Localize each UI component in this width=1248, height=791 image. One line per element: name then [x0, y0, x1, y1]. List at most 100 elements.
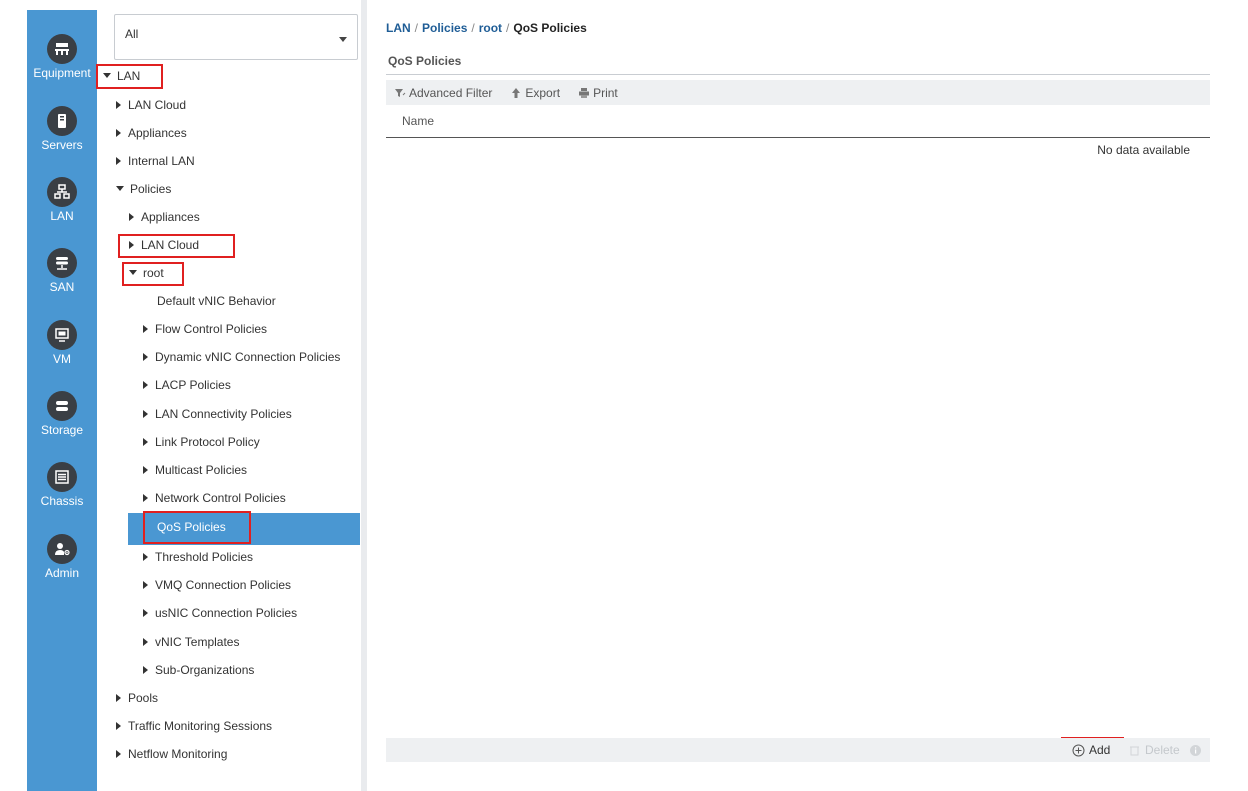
nav-storage[interactable]: Storage [27, 391, 97, 437]
tree-item-lan-cloud[interactable]: LAN Cloud [116, 94, 186, 116]
tree-item-default-vnic-behavior[interactable]: Default vNIC Behavior [157, 290, 276, 312]
collapsed-arrow-icon [116, 156, 121, 165]
tree-item-label: Threshold Policies [155, 550, 254, 564]
add-label: Add [1089, 743, 1111, 757]
tree-item-label: LAN Cloud [128, 98, 187, 112]
column-header-name[interactable]: Name [402, 114, 434, 128]
tree-item-policies[interactable]: Policies [116, 178, 171, 200]
tree-item-label: QoS Policies [157, 520, 226, 534]
tree-item-vmq-connection-policies[interactable]: VMQ Connection Policies [143, 574, 291, 596]
info-button[interactable] [1189, 738, 1206, 762]
nav-admin[interactable]: Admin [27, 534, 97, 580]
nav-chassis[interactable]: Chassis [27, 462, 97, 508]
nav-label: Equipment [33, 66, 91, 80]
filter-icon [395, 88, 406, 97]
tree-item-usnic-connection-policies[interactable]: usNIC Connection Policies [143, 602, 297, 624]
admin-icon [47, 534, 77, 564]
collapsed-arrow-icon [143, 465, 148, 474]
nav-label: Chassis [40, 494, 84, 508]
collapsed-arrow-icon [116, 128, 121, 137]
collapsed-arrow-icon [143, 352, 148, 361]
breadcrumb-separator: / [414, 21, 419, 35]
nav-label: Admin [44, 566, 79, 580]
tree-item-label: Sub-Organizations [155, 663, 255, 677]
tree-item-appliances[interactable]: Appliances [116, 122, 187, 144]
tree-item-label: vNIC Templates [155, 635, 240, 649]
tree-item-traffic-monitoring-sessions[interactable]: Traffic Monitoring Sessions [116, 715, 272, 737]
page-title: QoS Policies [388, 54, 462, 68]
collapsed-arrow-icon [143, 637, 148, 646]
delete-button[interactable]: Delete [1128, 738, 1180, 762]
tree-item-label: usNIC Connection Policies [155, 606, 298, 620]
export-icon [512, 87, 521, 98]
nav-rail: Equipment Servers LAN SAN VM Storage Cha… [27, 10, 97, 791]
nav-lan[interactable]: LAN [27, 177, 97, 223]
add-button[interactable]: Add [1072, 738, 1110, 762]
breadcrumb-lan[interactable]: LAN [386, 21, 411, 35]
nav-vm[interactable]: VM [27, 320, 97, 366]
tree-item-label: Link Protocol Policy [155, 435, 260, 449]
tree-item-label: Multicast Policies [155, 463, 248, 477]
collapsed-arrow-icon [143, 409, 148, 418]
tree-item-multicast-policies[interactable]: Multicast Policies [143, 459, 247, 481]
tree-item-label: LACP Policies [155, 378, 231, 392]
tree-item-label: Appliances [128, 126, 187, 140]
tree-item-sub-organizations[interactable]: Sub-Organizations [143, 659, 254, 681]
nav-label: Servers [41, 138, 83, 152]
collapsed-arrow-icon [143, 608, 148, 617]
tree-item-netflow-monitoring[interactable]: Netflow Monitoring [116, 743, 227, 765]
collapsed-arrow-icon [143, 380, 148, 389]
nav-servers[interactable]: Servers [27, 106, 97, 152]
tree-item-threshold-policies[interactable]: Threshold Policies [143, 546, 253, 568]
tree-item-vnic-templates[interactable]: vNIC Templates [143, 631, 239, 653]
tree-item-policies-lan-cloud[interactable]: LAN Cloud [129, 234, 199, 256]
tree-item-pools[interactable]: Pools [116, 687, 158, 709]
collapsed-arrow-icon [116, 749, 121, 758]
tree-item-dynamic-vnic-policies[interactable]: Dynamic vNIC Connection Policies [143, 346, 340, 368]
tree-item-label: LAN Cloud [141, 238, 200, 252]
collapsed-arrow-icon [129, 240, 134, 249]
breadcrumb-policies[interactable]: Policies [422, 21, 467, 35]
expanded-arrow-icon [129, 270, 137, 276]
empty-table-message: No data available [1097, 143, 1190, 157]
tree-item-lacp-policies[interactable]: LACP Policies [143, 374, 231, 396]
tree-filter-select[interactable]: All [114, 14, 358, 60]
expanded-arrow-icon [116, 186, 124, 192]
tree-item-label: Appliances [141, 210, 200, 224]
tree-item-qos-policies[interactable]: QoS Policies [157, 516, 226, 538]
tree-item-lan[interactable]: LAN [103, 65, 140, 87]
table-toolbar: Advanced Filter Export Print [386, 80, 1210, 105]
print-button[interactable]: Print [578, 86, 618, 100]
nav-label: VM [53, 352, 71, 366]
tree-item-label: Netflow Monitoring [128, 747, 228, 761]
tree-item-network-control-policies[interactable]: Network Control Policies [143, 487, 286, 509]
tree-item-lan-connectivity-policies[interactable]: LAN Connectivity Policies [143, 403, 292, 425]
collapsed-arrow-icon [143, 324, 148, 333]
tree-item-link-protocol-policy[interactable]: Link Protocol Policy [143, 431, 260, 453]
export-button[interactable]: Export [510, 86, 560, 100]
tree-item-label: root [143, 266, 164, 280]
collapsed-arrow-icon [143, 493, 148, 502]
tree-item-label: Network Control Policies [155, 491, 286, 505]
tree-item-policies-appliances[interactable]: Appliances [129, 206, 200, 228]
advanced-filter-button[interactable]: Advanced Filter [394, 86, 492, 100]
tree-item-root[interactable]: root [129, 262, 164, 284]
san-icon [47, 248, 77, 278]
breadcrumb-root[interactable]: root [479, 21, 502, 35]
breadcrumb: LAN / Policies / root / QoS Policies [386, 21, 587, 35]
collapsed-arrow-icon [116, 693, 121, 702]
chassis-icon [47, 462, 77, 492]
equipment-icon [47, 34, 77, 64]
collapsed-arrow-icon [143, 580, 148, 589]
expanded-arrow-icon [103, 73, 111, 79]
tree-item-label: LAN Connectivity Policies [155, 407, 292, 421]
tree-item-internal-lan[interactable]: Internal LAN [116, 150, 195, 172]
tree-item-label: Flow Control Policies [155, 322, 268, 336]
tree-item-label: LAN [117, 69, 141, 83]
tree-item-flow-control-policies[interactable]: Flow Control Policies [143, 318, 267, 340]
tree-item-label: VMQ Connection Policies [155, 578, 292, 592]
nav-san[interactable]: SAN [27, 248, 97, 294]
nav-equipment[interactable]: Equipment [27, 34, 97, 80]
tree-item-label: Pools [128, 691, 159, 705]
collapsed-arrow-icon [143, 665, 148, 674]
